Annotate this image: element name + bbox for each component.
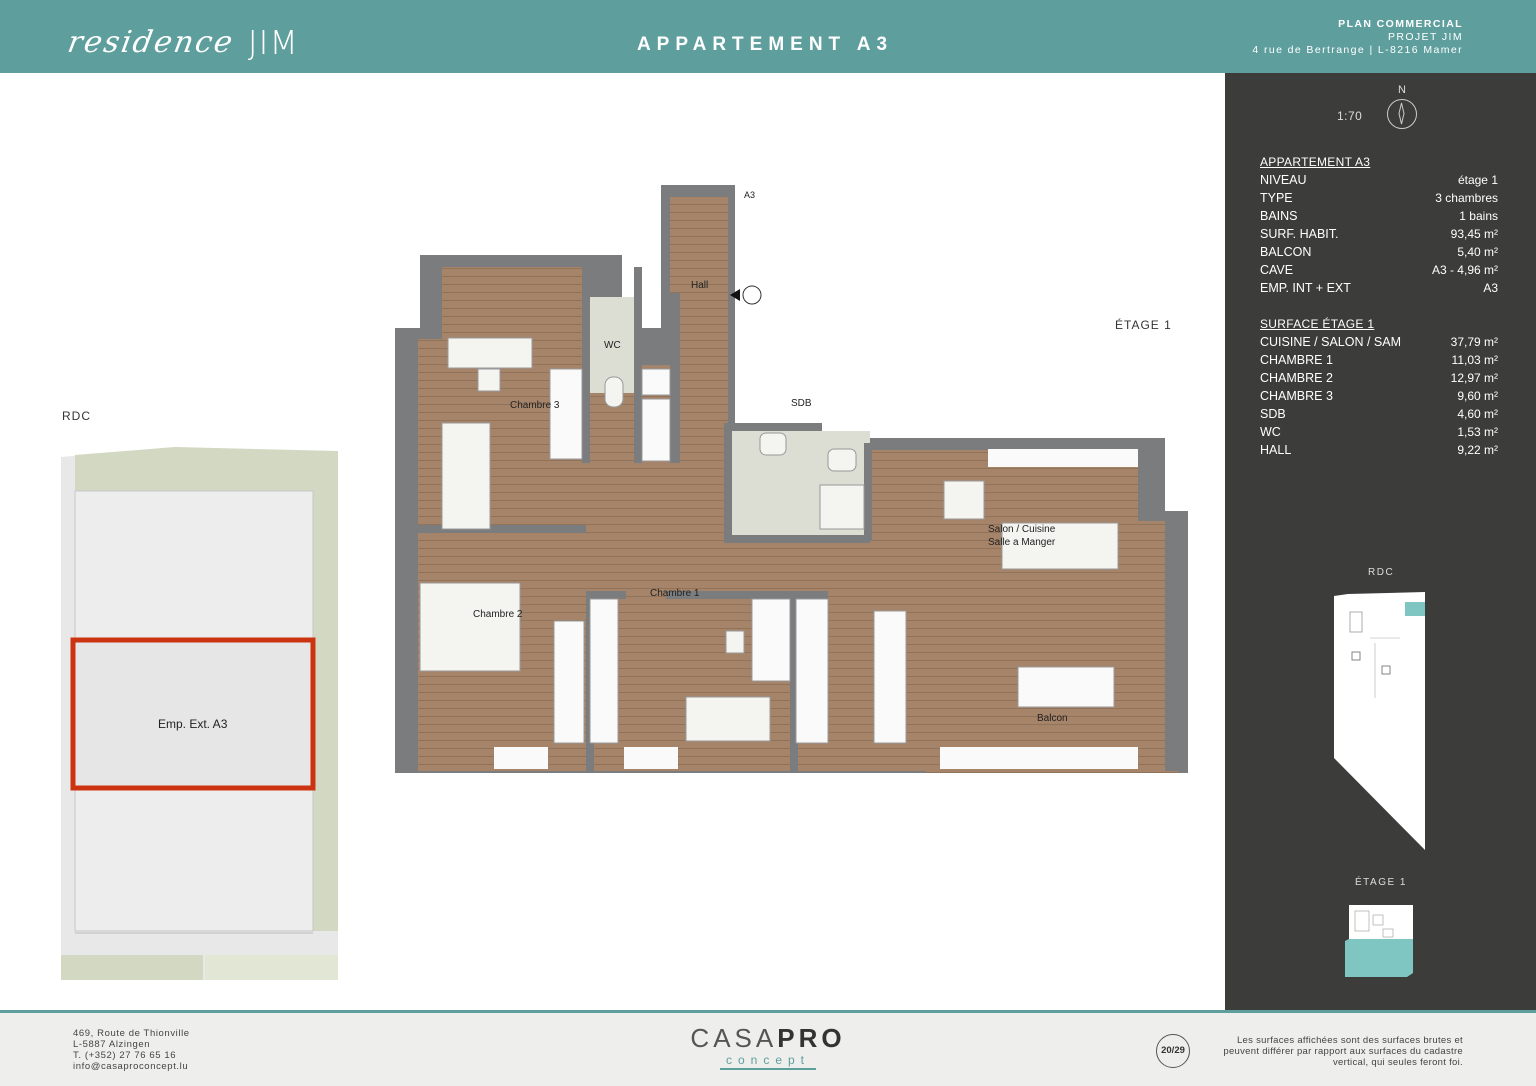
project-name: PROJET JIM	[1387, 31, 1463, 43]
surface-heading: SURFACE ÉTAGE 1	[1260, 317, 1375, 331]
surface-disclaimer: Les surfaces affichées sont des surfaces…	[1223, 1035, 1463, 1068]
table-row: EMP. INT + EXT A3	[1260, 281, 1498, 295]
table-row: CAVE A3 - 4,96 m²	[1260, 263, 1498, 277]
room-salon-line1: Salon / Cuisine	[988, 524, 1056, 535]
scale-label: 1:70	[1337, 109, 1363, 123]
apartment-heading: APPARTEMENT A3	[1260, 155, 1371, 169]
page-number: 20/29	[1156, 1034, 1190, 1068]
room-hall: Hall	[691, 280, 709, 291]
page-title: APPARTEMENT A3	[636, 34, 894, 55]
table-row: TYPE 3 chambres	[1260, 191, 1498, 205]
room-salon-line2: Salle a Manger	[988, 537, 1056, 548]
entry-tag: A3	[744, 190, 756, 200]
rdc-label: RDC	[62, 409, 91, 423]
project-info: PLAN COMMERCIAL PROJET JIM 4 rue de Bert…	[1252, 18, 1463, 57]
header-bar: residence JIM APPARTEMENT A3 PLAN COMMER…	[0, 0, 1536, 73]
table-row: CHAMBRE 2 12,97 m²	[1260, 371, 1498, 385]
room-sdb: SDB	[791, 398, 812, 409]
rdc-parking-plan	[61, 447, 338, 980]
table-row: SDB 4,60 m²	[1260, 407, 1498, 421]
table-row: BAINS 1 bains	[1260, 209, 1498, 223]
mini-rdc-plan	[1334, 592, 1425, 850]
room-balcon: Balcon	[1037, 713, 1068, 724]
table-row: NIVEAU étage 1	[1260, 173, 1498, 187]
north-label: N	[1398, 84, 1406, 96]
table-row: CUISINE / SALON / SAM 37,79 m²	[1260, 335, 1498, 349]
company-address: 469, Route de Thionville L-5887 Alzingen…	[73, 1028, 190, 1072]
table-row: BALCON 5,40 m²	[1260, 245, 1498, 259]
plan-area: RDC ÉTAGE 1 Emp. Ext. A3 A3 Chambre 3 WC…	[0, 73, 1225, 1010]
table-row: HALL 9,22 m²	[1260, 443, 1498, 457]
table-row: SURF. HABIT. 93,45 m²	[1260, 227, 1498, 241]
table-row: CHAMBRE 3 9,60 m²	[1260, 389, 1498, 403]
room-chambre1: Chambre 1	[650, 588, 700, 599]
project-address: 4 rue de Bertrange | L-8216 Mamer	[1252, 44, 1463, 56]
room-chambre2: Chambre 2	[473, 609, 523, 620]
surface-table: SURFACE ÉTAGE 1 CUISINE / SALON / SAM 37,…	[1260, 315, 1498, 459]
info-panel: N 1:70 APPARTEMENT A3 NIVEAU étage 1 TYPE…	[1225, 73, 1536, 1010]
ext-slot-label: Emp. Ext. A3	[158, 717, 228, 731]
casapro-logo: CASAPRO concept	[690, 1025, 846, 1070]
table-row: WC 1,53 m²	[1260, 425, 1498, 439]
mini-etage-plan	[1345, 905, 1413, 977]
mini-rdc-label: RDC	[1368, 567, 1395, 578]
residence-jim-logo: residence JIM	[64, 22, 299, 62]
compass-icon	[1387, 99, 1417, 129]
logo-script-text: residence	[64, 24, 238, 60]
footer-bar: 469, Route de Thionville L-5887 Alzingen…	[0, 1010, 1536, 1086]
mini-etage-label: ÉTAGE 1	[1355, 877, 1407, 888]
floor-plan	[395, 185, 1188, 773]
room-chambre3: Chambre 3	[510, 400, 560, 411]
table-row: CHAMBRE 1 11,03 m²	[1260, 353, 1498, 367]
emp-ext-a3-highlight	[70, 637, 316, 791]
logo-mark-text: JIM	[247, 22, 299, 62]
apartment-table: APPARTEMENT A3 NIVEAU étage 1 TYPE 3 chamb…	[1260, 153, 1498, 297]
room-wc: WC	[604, 340, 621, 351]
plan-commercial-label: PLAN COMMERCIAL	[1338, 18, 1463, 30]
